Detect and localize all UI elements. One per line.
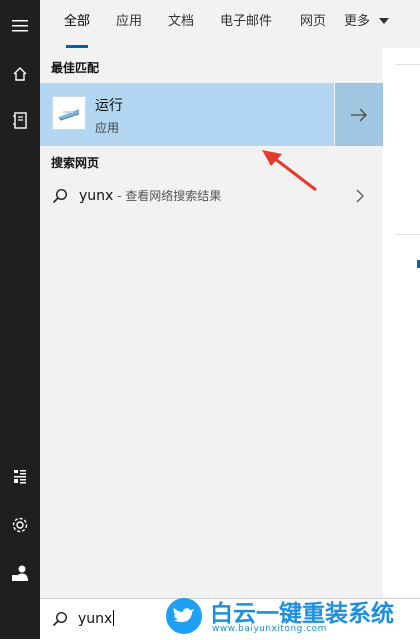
text-caret bbox=[113, 610, 115, 626]
web-result-item[interactable]: yunx - 查看网络搜索结果 bbox=[40, 178, 383, 214]
start-rail bbox=[0, 0, 40, 639]
home-icon bbox=[13, 67, 27, 81]
user-icon bbox=[12, 565, 28, 581]
best-match-item[interactable]: 运行 应用 bbox=[40, 83, 334, 146]
results-pane: 最佳匹配 运行 应用 搜索网页 yunx - 查看网络搜索结果 bbox=[40, 48, 383, 598]
preview-divider bbox=[395, 234, 420, 235]
section-best-match: 最佳匹配 bbox=[51, 61, 100, 75]
search-icon bbox=[52, 611, 68, 627]
documents-button[interactable] bbox=[0, 101, 40, 141]
web-result-text: yunx - 查看网络搜索结果 bbox=[79, 187, 221, 204]
settings-button[interactable] bbox=[0, 505, 40, 545]
watermark-logo: 白云一键重装系统 www.baiyunxitong.com bbox=[160, 594, 420, 639]
search-filter-tabs: 全部 应用 文档 电子邮件 网页 更多 bbox=[40, 0, 420, 49]
tab-web[interactable]: 网页 bbox=[290, 0, 336, 48]
tab-more-label: 更多 bbox=[344, 14, 371, 29]
hamburger-icon bbox=[12, 20, 28, 32]
watermark-text: 白云一键重装系统 bbox=[210, 601, 394, 627]
expand-menu-button[interactable] bbox=[0, 6, 40, 46]
home-button[interactable] bbox=[0, 54, 40, 94]
user-button[interactable] bbox=[0, 553, 40, 593]
best-match-title: 运行 bbox=[95, 98, 123, 114]
run-app-icon bbox=[52, 96, 86, 130]
gear-icon bbox=[12, 517, 28, 533]
tab-all[interactable]: 全部 bbox=[50, 0, 104, 48]
search-input[interactable]: yunx bbox=[78, 610, 115, 627]
open-details-button[interactable] bbox=[335, 83, 383, 146]
web-result-description: - 查看网络搜索结果 bbox=[113, 189, 222, 203]
preview-pane bbox=[383, 48, 420, 598]
best-match-subtitle: 应用 bbox=[95, 121, 120, 135]
news-button[interactable] bbox=[0, 457, 40, 497]
tab-email[interactable]: 电子邮件 bbox=[212, 0, 280, 48]
annotation-arrow bbox=[262, 150, 317, 192]
search-icon bbox=[52, 188, 68, 204]
chevron-right-icon bbox=[356, 189, 364, 203]
tab-apps[interactable]: 应用 bbox=[106, 0, 152, 48]
arrow-right-icon bbox=[351, 108, 367, 121]
bird-icon bbox=[166, 598, 202, 634]
preview-divider bbox=[395, 64, 420, 65]
web-result-query: yunx bbox=[79, 188, 114, 204]
tab-more[interactable]: 更多 bbox=[344, 0, 410, 48]
news-icon bbox=[14, 470, 26, 484]
watermark-url: www.baiyunxitong.com bbox=[212, 624, 327, 634]
section-search-web: 搜索网页 bbox=[51, 156, 100, 170]
search-input-value: yunx bbox=[78, 611, 113, 627]
chevron-down-icon bbox=[379, 18, 390, 24]
documents-icon bbox=[13, 112, 27, 129]
tab-documents[interactable]: 文档 bbox=[156, 0, 206, 48]
